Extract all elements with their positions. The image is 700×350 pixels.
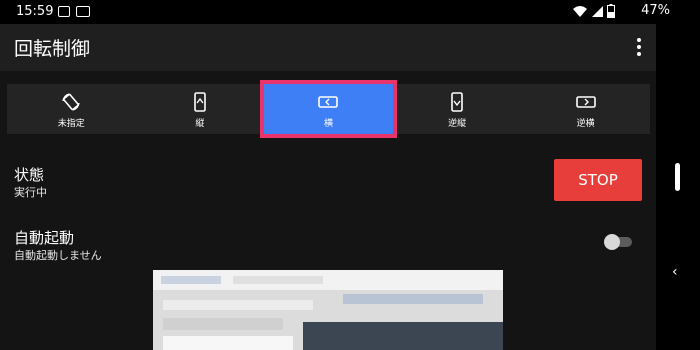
mode-label: 横 (323, 119, 333, 129)
status-time: 15:59 (16, 4, 54, 19)
mode-label: 逆横 (576, 119, 595, 129)
status-bar: 15:59 47% (0, 0, 700, 24)
mode-landscape[interactable]: 横 (260, 80, 397, 138)
rotation-mode-bar: 未指定 縦 横 逆縦 逆横 (7, 80, 650, 138)
mode-portrait[interactable]: 縦 (136, 84, 265, 134)
more-vert-icon[interactable] (636, 38, 642, 56)
wifi-icon (573, 6, 587, 17)
cast-icon (76, 6, 90, 17)
autostart-toggle[interactable] (604, 234, 632, 250)
chevron-left-icon[interactable]: ‹ (672, 264, 678, 280)
mode-label: 縦 (195, 119, 205, 129)
mode-unspecified[interactable]: 未指定 (7, 84, 136, 134)
mode-reverse-landscape[interactable]: 逆横 (521, 84, 650, 134)
reverse-portrait-icon (451, 92, 463, 112)
image-icon (58, 6, 70, 17)
mode-reverse-portrait[interactable]: 逆縦 (393, 84, 522, 134)
app-bar: 回転制御 (0, 24, 656, 71)
signal-icon (592, 6, 603, 17)
state-title: 状態 (14, 166, 45, 184)
portrait-icon (194, 92, 206, 112)
page-title: 回転制御 (14, 38, 91, 60)
landscape-icon (318, 96, 339, 108)
autostart-subtitle: 自動起動しません (14, 249, 102, 262)
autostart-title: 自動起動 (14, 229, 75, 247)
mode-label: 未指定 (57, 119, 85, 129)
app-window: 回転制御 未指定 縦 横 逆縦 逆横 状態 実行中 STOP 自動起動 自動起動… (0, 24, 656, 350)
auto-rotate-icon (62, 93, 80, 111)
battery-percent: 47% (641, 3, 670, 18)
battery-icon (607, 4, 615, 18)
state-value: 実行中 (14, 186, 47, 199)
toggle-thumb (604, 234, 620, 250)
scrollbar-handle[interactable] (675, 163, 680, 191)
mode-label: 逆縦 (448, 119, 467, 129)
screen-preview-image (153, 270, 503, 350)
stop-button[interactable]: STOP (554, 159, 642, 201)
reverse-landscape-icon (575, 96, 596, 108)
